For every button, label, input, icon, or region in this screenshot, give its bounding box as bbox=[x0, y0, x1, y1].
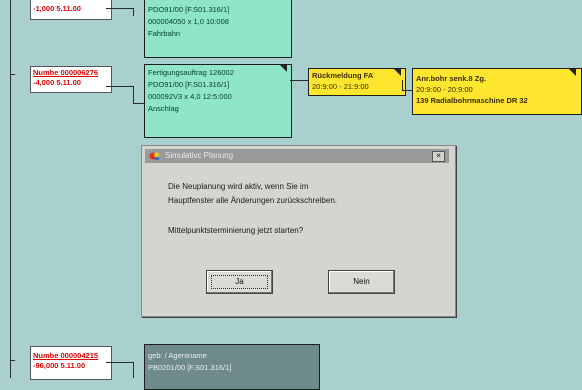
card-corner-marker bbox=[280, 65, 287, 72]
operation-line: Anschlag bbox=[148, 104, 179, 113]
card-corner-marker bbox=[394, 69, 401, 76]
operation-line: PDO91/00 [F.S01.316/1] bbox=[148, 5, 230, 14]
order-quantity: -96,000 5.11.00 bbox=[33, 361, 86, 370]
connector bbox=[290, 80, 308, 81]
connector bbox=[106, 362, 134, 363]
feedback-times: 20:9:00 - 21:9:00 bbox=[312, 82, 369, 91]
operation-line: Fertigungsauftrag 126002 bbox=[148, 68, 234, 77]
work-step-card[interactable]: Anr.bohr senk.8 Zg. 20:9:00 - 20:9:00 13… bbox=[412, 68, 582, 115]
work-step-line: 139 Radialbohrmaschine DR 32 bbox=[416, 96, 528, 105]
order-node[interactable]: Numbe 000006276 -4,000 5.11.00 bbox=[30, 66, 112, 93]
order-node[interactable]: -1,000 5.11.00 bbox=[30, 0, 112, 20]
tree-branch bbox=[10, 360, 15, 361]
feedback-title: Rückmeldung FA bbox=[312, 71, 374, 80]
operation-card[interactable]: PDO91/00 [F.S01.316/1] 000004050 x 1,0 1… bbox=[144, 0, 292, 58]
operation-line: PB0201/00 [F.S01.316/1] bbox=[148, 363, 232, 372]
simulation-dialog: Simulativc Planung ✕ Die Neuplanung wird… bbox=[141, 145, 456, 317]
connector bbox=[106, 8, 134, 9]
connector bbox=[133, 362, 134, 378]
operation-card[interactable]: Fertigungsauftrag 126002 PDO91/00 [F.S01… bbox=[144, 64, 292, 138]
connector bbox=[133, 103, 144, 104]
connector bbox=[133, 8, 134, 16]
tree-spine bbox=[10, 0, 11, 378]
tree-branch bbox=[10, 74, 15, 75]
dialog-message-line: Hauptfenster alle Änderungen zurückschre… bbox=[168, 196, 337, 205]
focus-rect bbox=[211, 275, 268, 289]
connector bbox=[133, 86, 134, 104]
close-icon: ✕ bbox=[435, 153, 442, 160]
app-icon bbox=[149, 152, 159, 160]
feedback-card[interactable]: Rückmeldung FA 20:9:00 - 21:9:00 bbox=[308, 68, 406, 96]
dialog-question: Mittelpunktsterminierung jetzt starten? bbox=[168, 226, 304, 235]
close-button[interactable]: ✕ bbox=[432, 151, 445, 162]
connector bbox=[106, 86, 134, 87]
operation-line: Fahrbahn bbox=[148, 29, 181, 38]
work-step-line: 20:9:00 - 20:9:00 bbox=[416, 85, 473, 94]
operation-card[interactable]: geb: / Agentname PB0201/00 [F.S01.316/1] bbox=[144, 344, 320, 390]
work-step-line: Anr.bohr senk.8 Zg. bbox=[416, 74, 487, 83]
order-number-link[interactable]: Numbe 000006276 bbox=[33, 68, 109, 78]
order-number-link[interactable]: Numbe 000004215 bbox=[33, 351, 109, 361]
connector bbox=[402, 90, 412, 91]
card-corner-marker bbox=[569, 69, 576, 76]
operation-line: 000092V3 x 4,0 12:5:000 bbox=[148, 92, 232, 101]
operation-line: 000004050 x 1,0 10:008 bbox=[148, 17, 229, 26]
dialog-message-line: Die Neuplanung wird aktiv, wenn Sie im bbox=[168, 182, 309, 191]
operation-line: geb: / Agentname bbox=[148, 351, 207, 360]
no-button-label: Nein bbox=[353, 277, 370, 286]
dialog-titlebar[interactable]: Simulativc Planung ✕ bbox=[145, 149, 449, 163]
planning-canvas: -1,000 5.11.00 PDO91/00 [F.S01.316/1] 00… bbox=[0, 0, 582, 390]
order-quantity: -1,000 5.11.00 bbox=[33, 4, 81, 13]
order-node[interactable]: Numbe 000004215 -96,000 5.11.00 bbox=[30, 346, 112, 380]
dialog-title: Simulativc Planung bbox=[165, 151, 234, 160]
yes-button[interactable]: Ja bbox=[206, 270, 273, 294]
order-quantity: -4,000 5.11.00 bbox=[33, 78, 81, 87]
operation-line: PDO91/00 [F.S01.316/1] bbox=[148, 80, 230, 89]
no-button[interactable]: Nein bbox=[328, 270, 395, 294]
